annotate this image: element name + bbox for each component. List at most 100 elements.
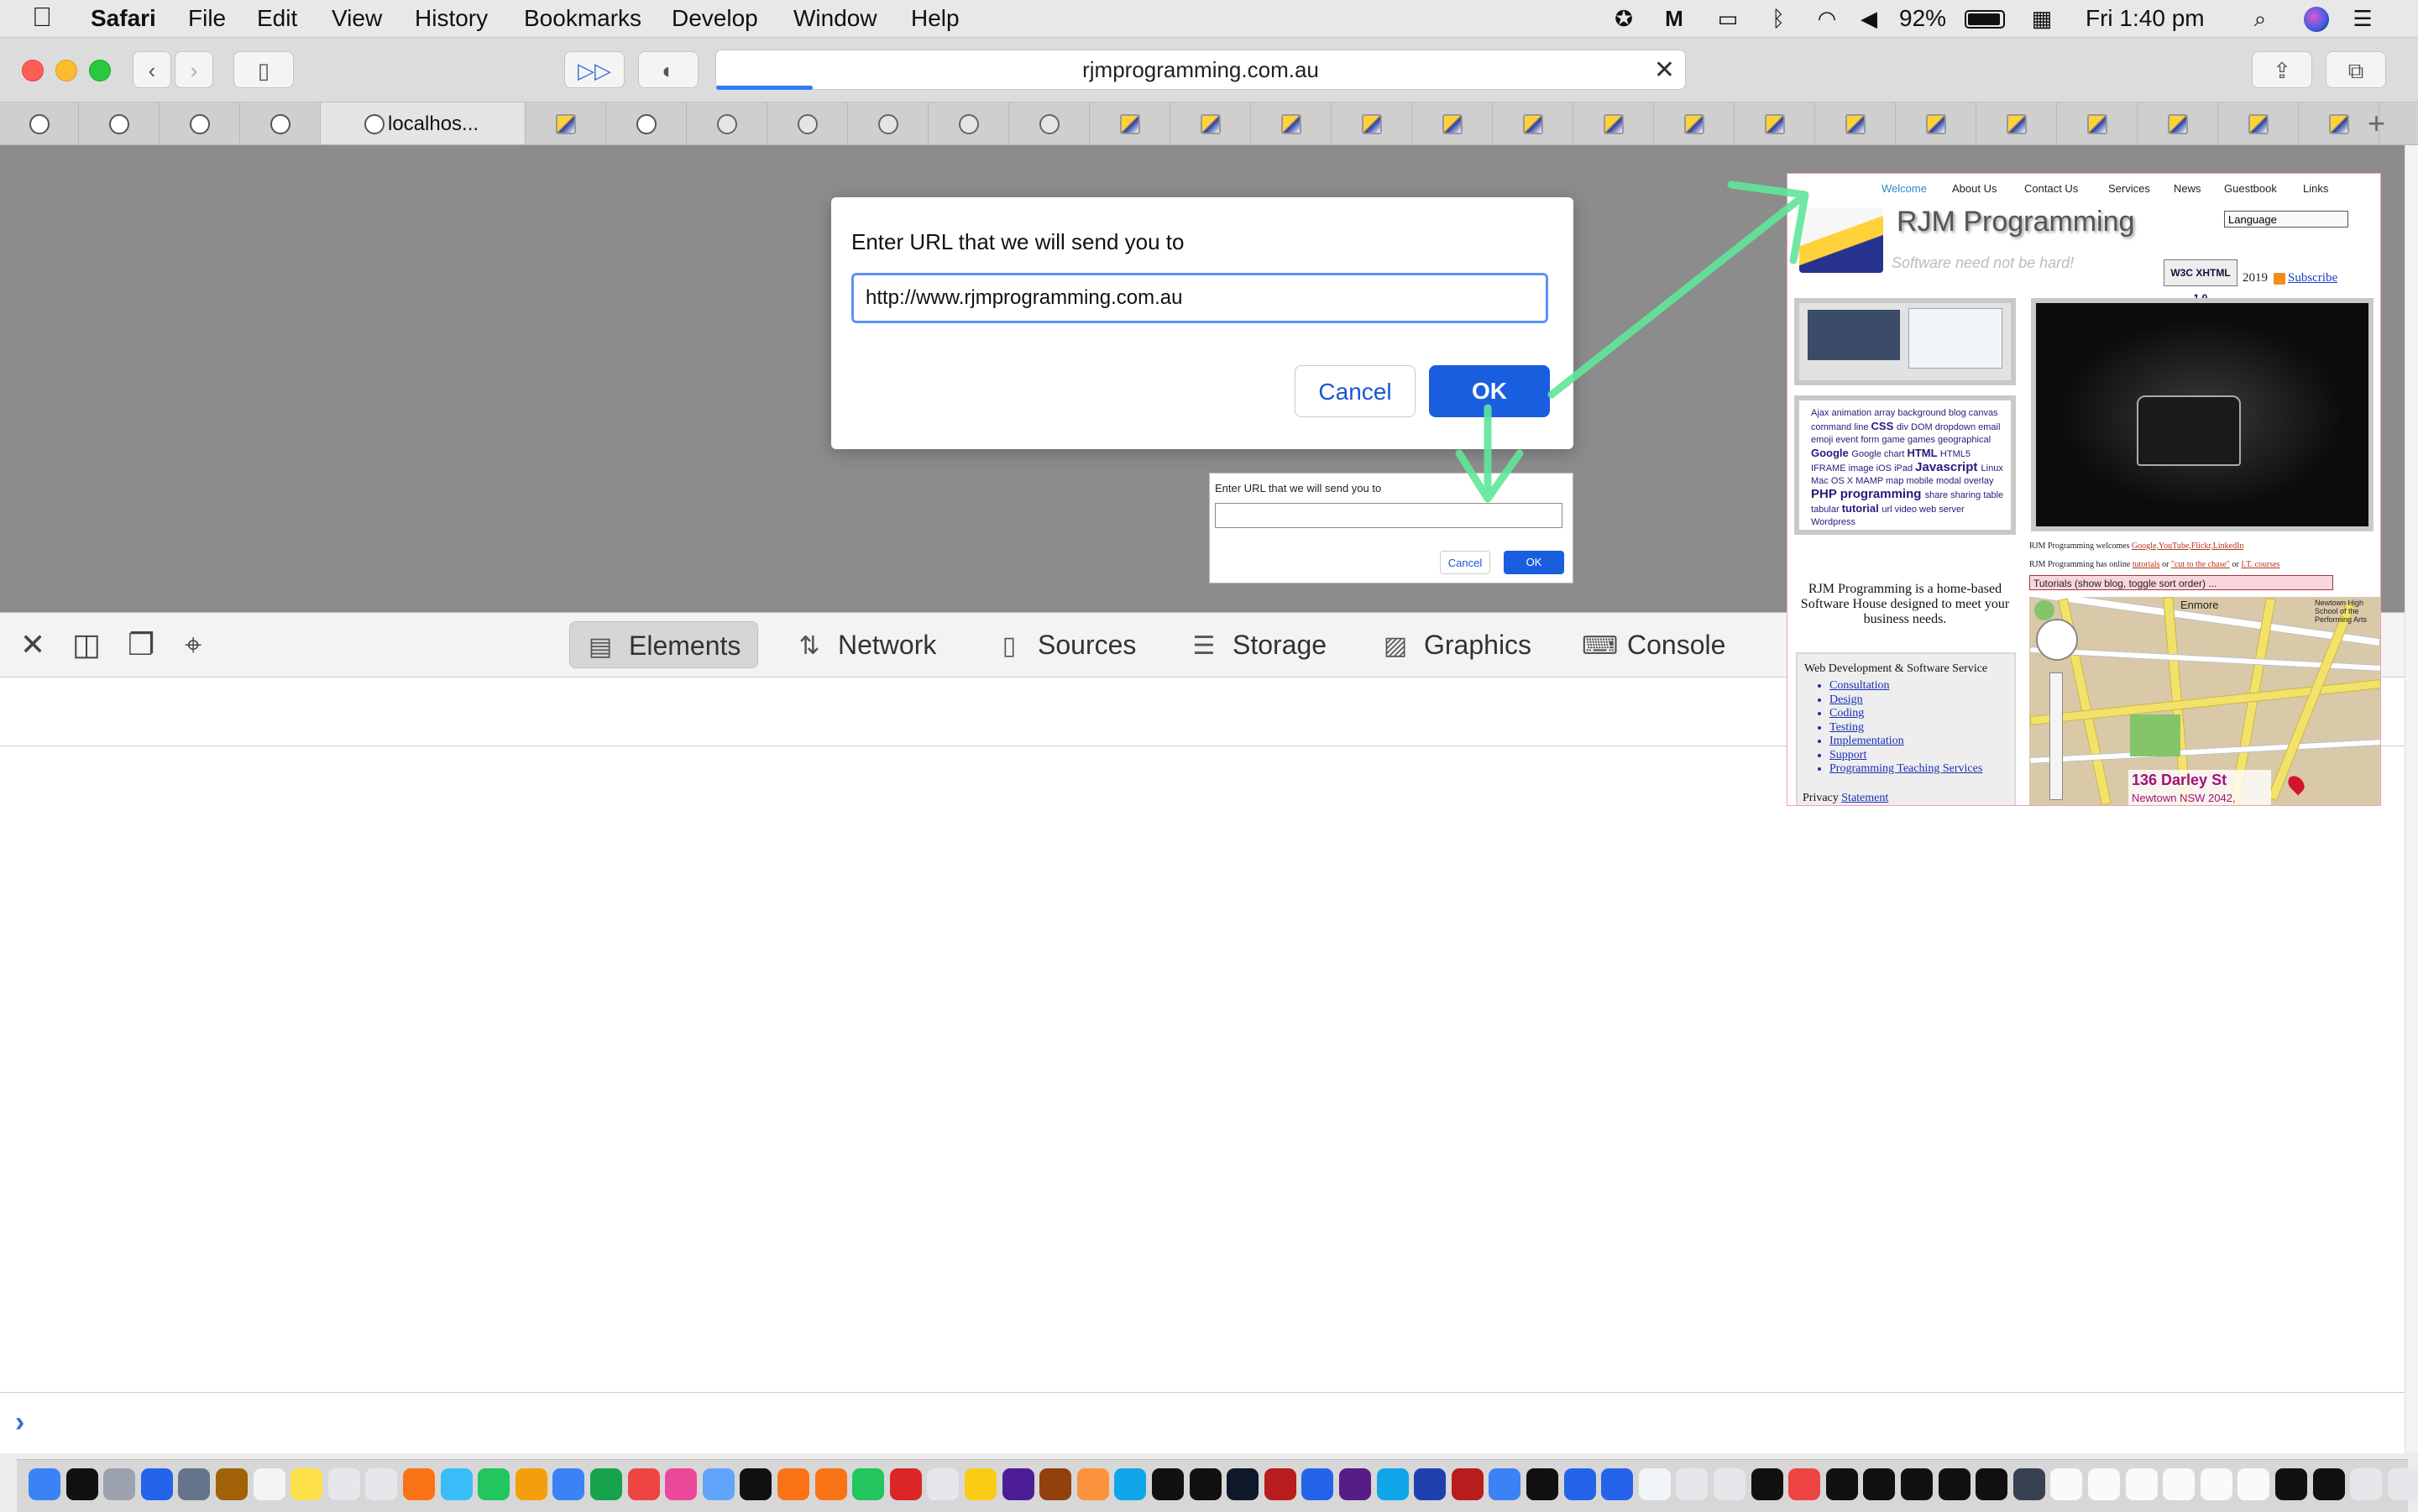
dock-app-icon[interactable] <box>140 1468 173 1500</box>
dock-app-icon[interactable] <box>65 1468 98 1500</box>
dock-app-icon[interactable] <box>1227 1468 1259 1500</box>
back-button[interactable]: ‹ <box>133 51 171 88</box>
dock-app-icon[interactable] <box>702 1468 735 1500</box>
tab[interactable] <box>1896 102 1976 144</box>
dock-app-icon[interactable] <box>1414 1468 1447 1500</box>
tab[interactable] <box>929 102 1009 144</box>
dock-app-icon[interactable] <box>777 1468 809 1500</box>
wifi-icon[interactable]: ◠ <box>1815 7 1839 30</box>
dock-app-icon[interactable] <box>1114 1468 1147 1500</box>
dock-app-icon[interactable] <box>1825 1468 1858 1500</box>
dock-app-icon[interactable] <box>552 1468 585 1500</box>
tab[interactable] <box>1412 102 1493 144</box>
dock-app-icon[interactable] <box>1076 1468 1109 1500</box>
window-scrollbar[interactable] <box>2405 145 2418 1452</box>
dock-app-icon[interactable] <box>29 1468 60 1500</box>
tab[interactable] <box>240 102 321 144</box>
dock-app-icon[interactable] <box>1489 1468 1521 1500</box>
tab-overview-icon[interactable]: ⧉ <box>2326 51 2386 88</box>
tab[interactable] <box>767 102 848 144</box>
dock-app-icon[interactable] <box>2350 1468 2383 1500</box>
tab[interactable] <box>1251 102 1332 144</box>
dock-app-icon[interactable] <box>927 1468 960 1500</box>
menu-app-name[interactable]: Safari <box>91 5 156 32</box>
dock-app-icon[interactable] <box>403 1468 435 1500</box>
spotlight-icon[interactable]: ⌕ <box>2248 7 2272 30</box>
notification-center-icon[interactable]: ☰ <box>2351 7 2374 30</box>
ok-button[interactable]: OK <box>1429 365 1550 417</box>
dock-app-icon[interactable] <box>1676 1468 1709 1500</box>
dock-app-icon[interactable] <box>1526 1468 1558 1500</box>
tab[interactable] <box>1009 102 1090 144</box>
address-url[interactable]: rjmprogramming.com.au <box>716 57 1685 83</box>
tab-graphics[interactable]: ▨ Graphics <box>1379 621 1531 668</box>
menu-develop[interactable]: Develop <box>672 5 758 32</box>
menu-view[interactable]: View <box>332 5 382 32</box>
menu-window[interactable]: Window <box>793 5 877 32</box>
tab-elements[interactable]: ▤ Elements <box>569 621 759 668</box>
element-picker-icon[interactable]: ⌖ <box>185 630 202 660</box>
share-icon[interactable]: ⇪ <box>2252 51 2312 88</box>
dock-side-icon[interactable]: ◫ <box>72 630 101 660</box>
dock-app-icon[interactable] <box>515 1468 547 1500</box>
tab[interactable] <box>687 102 767 144</box>
menubar-clock[interactable]: Fri 1:40 pm <box>2086 5 2205 32</box>
dock-app-icon[interactable] <box>2387 1468 2418 1500</box>
dock-app-icon[interactable] <box>965 1468 997 1500</box>
apple-icon[interactable]:  <box>32 2 52 33</box>
dock-app-icon[interactable] <box>1563 1468 1596 1500</box>
dock-app-icon[interactable] <box>478 1468 510 1500</box>
dock-app-icon[interactable] <box>740 1468 772 1500</box>
tab[interactable] <box>1090 102 1170 144</box>
volume-icon[interactable]: ◀ <box>1857 7 1881 30</box>
battery-icon[interactable] <box>1965 10 2005 29</box>
dock-app-icon[interactable] <box>889 1468 922 1500</box>
tab[interactable] <box>1654 102 1735 144</box>
tab-active[interactable]: localhos... <box>321 102 526 144</box>
dock-app-icon[interactable] <box>627 1468 660 1500</box>
dock-app-icon[interactable] <box>103 1468 136 1500</box>
malwarebytes-icon[interactable]: M <box>1662 7 1686 30</box>
dock-app-icon[interactable] <box>1451 1468 1484 1500</box>
dock-app-icon[interactable] <box>253 1468 285 1500</box>
undock-window-icon[interactable]: ❐ <box>128 630 154 660</box>
menu-bookmarks[interactable]: Bookmarks <box>524 5 641 32</box>
new-tab-icon[interactable]: + <box>2368 106 2385 141</box>
zoom-window-button[interactable] <box>89 60 111 81</box>
tab-console[interactable]: ⌨ Console <box>1582 621 1725 668</box>
dock-app-icon[interactable] <box>1339 1468 1371 1500</box>
tab[interactable] <box>0 102 79 144</box>
tab[interactable] <box>1493 102 1573 144</box>
dock-app-icon[interactable] <box>1301 1468 1334 1500</box>
tab[interactable] <box>2138 102 2218 144</box>
dock-app-icon[interactable] <box>1901 1468 1933 1500</box>
dock-app-icon[interactable] <box>2200 1468 2232 1500</box>
dock-app-icon[interactable] <box>440 1468 473 1500</box>
tab-network[interactable]: ⇅ Network <box>793 621 936 668</box>
app-status-icon[interactable]: ✪ <box>1612 7 1636 30</box>
reader-skip-icon[interactable]: ▷▷ <box>564 51 625 88</box>
dock-app-icon[interactable] <box>1638 1468 1671 1500</box>
bluetooth-icon[interactable]: ᛒ <box>1766 7 1790 30</box>
dock-app-icon[interactable] <box>1788 1468 1821 1500</box>
sidebar-toggle-icon[interactable]: ▯ <box>233 51 294 88</box>
airplay-icon[interactable]: ▭ <box>1716 7 1740 30</box>
tab[interactable] <box>1332 102 1412 144</box>
tab[interactable] <box>79 102 160 144</box>
menu-history[interactable]: History <box>415 5 488 32</box>
menu-file[interactable]: File <box>188 5 226 32</box>
dock-app-icon[interactable] <box>2088 1468 2120 1500</box>
tab-storage[interactable]: ☰ Storage <box>1187 621 1327 668</box>
dock-app-icon[interactable] <box>1152 1468 1184 1500</box>
dock-app-icon[interactable] <box>590 1468 622 1500</box>
tab[interactable] <box>2218 102 2299 144</box>
dock-app-icon[interactable] <box>216 1468 248 1500</box>
menu-edit[interactable]: Edit <box>257 5 297 32</box>
prompt-url-input[interactable] <box>851 273 1548 323</box>
minimize-window-button[interactable] <box>55 60 77 81</box>
dock-app-icon[interactable] <box>2275 1468 2307 1500</box>
tab-sources[interactable]: ▯ Sources <box>992 621 1137 668</box>
dock-app-icon[interactable] <box>852 1468 885 1500</box>
tab[interactable] <box>1815 102 1896 144</box>
dock-app-icon[interactable] <box>327 1468 360 1500</box>
